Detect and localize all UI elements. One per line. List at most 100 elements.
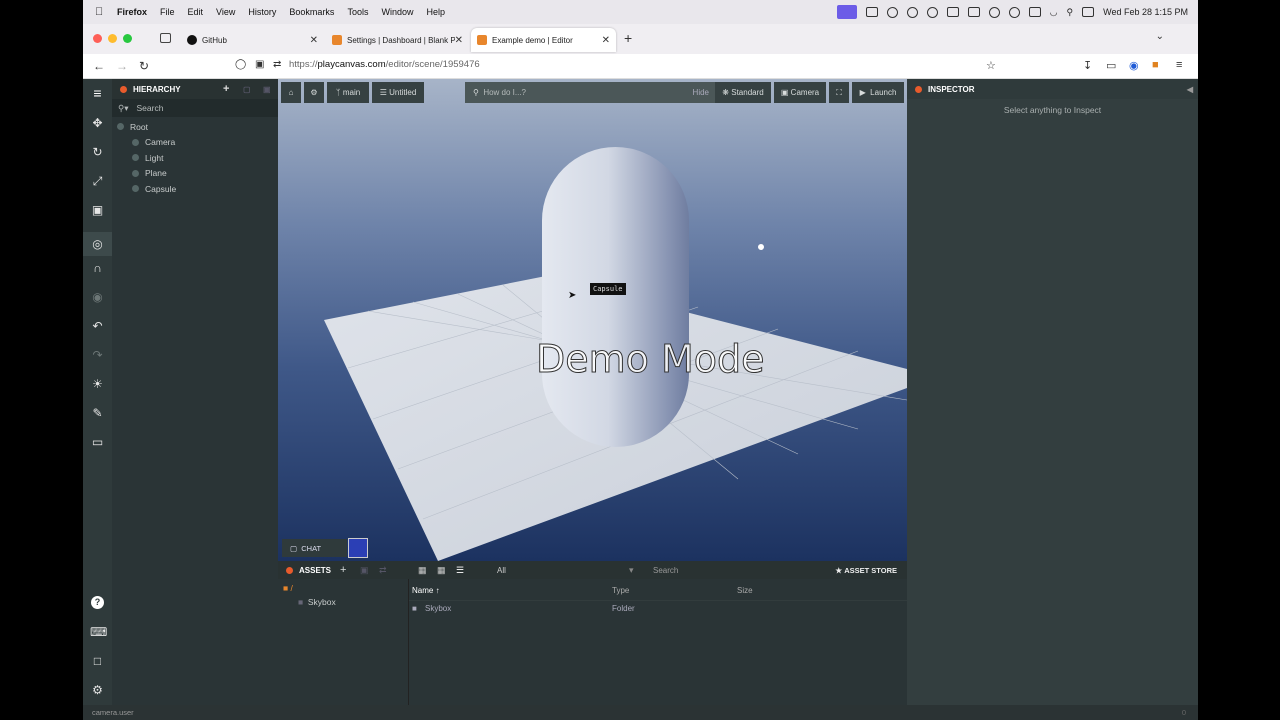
launch-button[interactable]: ▶ Launch bbox=[852, 82, 904, 103]
zoom-window-button[interactable] bbox=[123, 34, 132, 43]
camera-icon[interactable] bbox=[865, 7, 878, 17]
minimize-window-button[interactable] bbox=[108, 34, 117, 43]
apple-icon[interactable]:  bbox=[95, 6, 105, 18]
close-tab-icon[interactable]: ✕ bbox=[310, 35, 318, 46]
tree-item-capsule[interactable]: Capsule bbox=[112, 181, 278, 197]
help-icon[interactable]: ? bbox=[91, 596, 104, 609]
tab-editor[interactable]: Example demo | Editor ✕ bbox=[471, 28, 616, 52]
chevron-down-icon[interactable]: ⌄ bbox=[1156, 31, 1164, 42]
display-icon[interactable] bbox=[967, 7, 980, 17]
publish-icon[interactable]: ▭ bbox=[90, 435, 105, 450]
tree-item-root[interactable]: Root bbox=[112, 119, 278, 135]
reload-icon[interactable]: ↻ bbox=[139, 59, 149, 73]
playcanvas-logo-icon[interactable]: ≡ bbox=[89, 85, 106, 102]
grid-view-icon[interactable]: ▦ bbox=[437, 565, 446, 576]
translate-icon[interactable]: ✥ bbox=[90, 116, 105, 131]
wifi-icon[interactable]: ◡ bbox=[1050, 7, 1058, 18]
menu-window[interactable]: Window bbox=[381, 7, 413, 17]
tree-item-camera[interactable]: Camera bbox=[112, 135, 278, 151]
hierarchy-search[interactable]: ⚲▾ Search bbox=[112, 99, 278, 117]
folder-skybox[interactable]: ■ Skybox bbox=[278, 593, 408, 607]
sync-icon[interactable] bbox=[906, 6, 918, 18]
menu-history[interactable]: History bbox=[248, 7, 276, 17]
column-size[interactable]: Size bbox=[737, 586, 753, 595]
extension-icon[interactable]: ■ bbox=[1152, 59, 1159, 71]
vpn-icon[interactable] bbox=[1008, 6, 1020, 18]
tree-item-plane[interactable]: Plane bbox=[112, 166, 278, 182]
duplicate-icon[interactable]: ▢ bbox=[243, 85, 251, 94]
cloud-icon[interactable] bbox=[926, 6, 938, 18]
chevron-down-icon[interactable]: ▾ bbox=[629, 565, 634, 576]
code-editor-icon[interactable]: ✎ bbox=[90, 406, 105, 421]
menu-view[interactable]: View bbox=[216, 7, 235, 17]
tab-overview-icon[interactable] bbox=[160, 33, 171, 43]
table-row[interactable]: ■ Skybox Folder bbox=[409, 601, 907, 617]
snap-magnet-icon[interactable]: ∩ bbox=[90, 261, 105, 276]
delete-icon[interactable]: ▣ bbox=[263, 85, 271, 94]
menu-tools[interactable]: Tools bbox=[347, 7, 368, 17]
hide-label[interactable]: Hide bbox=[693, 88, 709, 97]
search-icon[interactable]: ⚲ bbox=[1067, 7, 1074, 18]
scene-viewport[interactable]: ⌂ ⚙ ᛉ main ☰ Untitled ⚲ How do I...? Hide… bbox=[278, 79, 907, 561]
menu-help[interactable]: Help bbox=[426, 7, 445, 17]
menu-file[interactable]: File bbox=[160, 7, 175, 17]
small-grid-icon[interactable]: ▦ bbox=[418, 565, 427, 576]
column-type[interactable]: Type bbox=[612, 586, 629, 595]
scene-button[interactable]: ☰ Untitled bbox=[372, 82, 424, 103]
close-tab-icon[interactable]: ✕ bbox=[602, 35, 610, 46]
url-field[interactable]: https://playcanvas.com/editor/scene/1959… bbox=[289, 59, 480, 70]
clock[interactable]: Wed Feb 28 1:15 PM bbox=[1103, 7, 1188, 17]
new-tab-button[interactable]: + bbox=[624, 30, 632, 46]
column-name[interactable]: Name ↑ bbox=[412, 586, 440, 595]
menu-app-name[interactable]: Firefox bbox=[117, 7, 147, 17]
settings-button[interactable]: ⚙ bbox=[304, 82, 324, 103]
download-icon[interactable]: ↧ bbox=[1083, 59, 1092, 72]
asset-filter-select[interactable]: All bbox=[497, 566, 506, 575]
close-tab-icon[interactable]: ✕ bbox=[455, 35, 463, 46]
delete-asset-icon[interactable]: ▣ bbox=[360, 565, 369, 576]
chat-button[interactable]: ▢ CHAT bbox=[282, 539, 347, 557]
extensions-icon[interactable]: ▭ bbox=[1106, 59, 1116, 72]
home-button[interactable]: ⌂ bbox=[281, 82, 301, 103]
onepassword-icon[interactable]: ◉ bbox=[1129, 59, 1139, 72]
user-avatar[interactable] bbox=[348, 538, 368, 558]
tab-github[interactable]: GitHub ✕ bbox=[187, 28, 324, 52]
comment-icon[interactable]: □ bbox=[90, 654, 105, 669]
shield-icon[interactable]: ◯ bbox=[235, 59, 246, 70]
bookmark-star-icon[interactable]: ☆ bbox=[986, 59, 996, 72]
screen-share-icon[interactable] bbox=[836, 5, 857, 19]
lock-icon[interactable]: ▣ bbox=[255, 59, 264, 70]
scale-icon[interactable]: ⤢ bbox=[90, 174, 105, 189]
keyboard-icon[interactable]: ⌨ bbox=[90, 625, 107, 640]
focus-eye-icon[interactable]: ◉ bbox=[90, 290, 105, 305]
rotate-icon[interactable]: ↻ bbox=[90, 145, 105, 160]
control-center-icon[interactable] bbox=[1082, 7, 1095, 17]
undo-icon[interactable]: ↶ bbox=[90, 319, 105, 334]
tree-item-light[interactable]: Light bbox=[112, 150, 278, 166]
asset-store-button[interactable]: ★ ASSET STORE bbox=[835, 566, 897, 575]
onepassword-icon[interactable] bbox=[886, 6, 898, 18]
move-asset-icon[interactable]: ⇄ bbox=[379, 565, 387, 576]
add-entity-icon[interactable]: + bbox=[223, 83, 229, 95]
close-window-button[interactable] bbox=[93, 34, 102, 43]
branch-button[interactable]: ᛉ main bbox=[327, 82, 369, 103]
window-icon[interactable] bbox=[946, 7, 959, 17]
redo-icon[interactable]: ↷ bbox=[90, 348, 105, 363]
hamburger-menu-icon[interactable]: ≡ bbox=[1176, 59, 1182, 71]
help-search-input[interactable]: ⚲ How do I...? Hide bbox=[465, 82, 715, 103]
asset-search-input[interactable]: Search bbox=[653, 566, 678, 575]
capsule-mesh[interactable] bbox=[542, 147, 689, 447]
permissions-icon[interactable]: ⇄ bbox=[273, 59, 281, 70]
fullscreen-button[interactable]: ⛶ bbox=[829, 82, 849, 103]
world-space-icon[interactable]: ◎ bbox=[83, 232, 112, 256]
collapse-icon[interactable]: ◀ bbox=[1187, 85, 1193, 94]
quality-button[interactable]: ❋ Standard bbox=[715, 82, 771, 103]
camera-button[interactable]: ▣ Camera bbox=[774, 82, 826, 103]
light-gizmo-icon[interactable] bbox=[758, 244, 764, 250]
folder-root[interactable]: ■ / bbox=[278, 579, 408, 593]
menu-bookmarks[interactable]: Bookmarks bbox=[289, 7, 334, 17]
play-icon[interactable] bbox=[988, 6, 1000, 18]
lightmap-icon[interactable]: ☀ bbox=[90, 377, 105, 392]
list-view-icon[interactable]: ☰ bbox=[456, 565, 464, 576]
back-arrow-icon[interactable]: ← bbox=[93, 59, 105, 73]
